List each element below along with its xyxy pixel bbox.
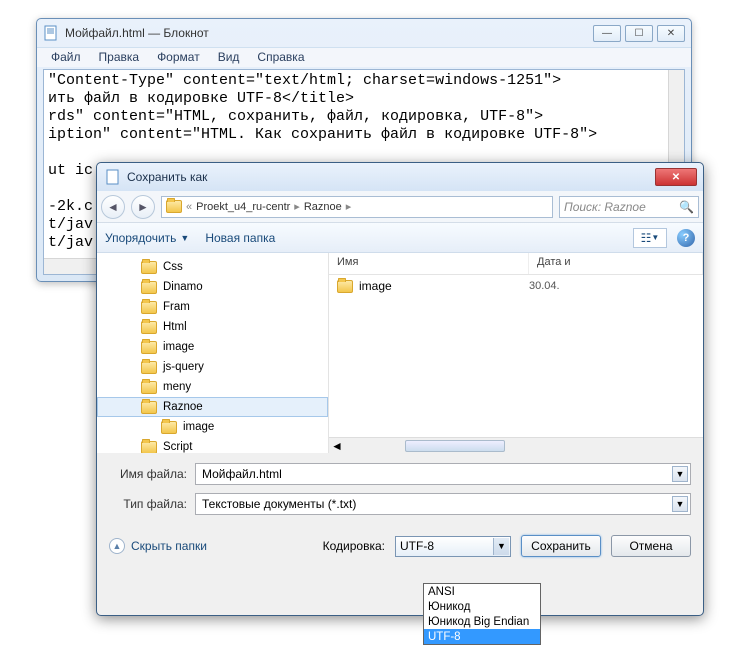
folder-icon bbox=[141, 381, 157, 394]
tree-item-label: js-query bbox=[163, 361, 204, 373]
encoding-select[interactable]: UTF-8 ▼ bbox=[395, 536, 511, 557]
folder-icon bbox=[166, 200, 182, 213]
nav-back-button[interactable]: ◄ bbox=[101, 195, 125, 219]
dialog-close-button[interactable]: ✕ bbox=[655, 168, 697, 186]
filetype-label: Тип файла: bbox=[109, 497, 195, 511]
save-body: Css Dinamo Fram Html image js-query meny Raznoe… bbox=[97, 253, 703, 453]
search-icon: 🔍 bbox=[679, 200, 694, 214]
filename-label: Имя файла: bbox=[109, 467, 195, 481]
column-name[interactable]: Имя bbox=[329, 253, 529, 274]
tree-item-label: Raznoe bbox=[163, 401, 203, 413]
breadcrumb-segment[interactable]: Proekt_u4_ru-centr bbox=[196, 201, 290, 213]
help-button[interactable]: ? bbox=[677, 229, 695, 247]
notepad-menubar: Файл Правка Формат Вид Справка bbox=[37, 47, 691, 67]
tree-item-label: Css bbox=[163, 261, 183, 273]
column-date[interactable]: Дата и bbox=[529, 253, 703, 274]
tree-item[interactable]: Fram bbox=[97, 297, 328, 317]
tree-item[interactable]: image bbox=[97, 417, 328, 437]
nav-forward-button[interactable]: ► bbox=[131, 195, 155, 219]
folder-icon bbox=[337, 280, 353, 293]
list-item-name: image bbox=[359, 279, 392, 293]
chevron-down-icon: ▼ bbox=[180, 233, 189, 243]
tree-item-label: Dinamo bbox=[163, 281, 203, 293]
cancel-button[interactable]: Отмена bbox=[611, 535, 691, 557]
menu-file[interactable]: Файл bbox=[43, 48, 89, 67]
save-footer: ▲ Скрыть папки Кодировка: UTF-8 ▼ Сохран… bbox=[97, 529, 703, 569]
filename-input[interactable]: Мойфайл.html▼ bbox=[195, 463, 691, 485]
encoding-option[interactable]: ANSI bbox=[424, 584, 540, 599]
breadcrumb-segment[interactable]: Raznoe bbox=[304, 201, 342, 213]
chevron-down-icon[interactable]: ▼ bbox=[493, 538, 509, 555]
folder-icon bbox=[141, 361, 157, 374]
search-input[interactable]: Поиск: Raznoe 🔍 bbox=[559, 196, 699, 218]
folder-tree[interactable]: Css Dinamo Fram Html image js-query meny Raznoe… bbox=[97, 253, 329, 453]
save-as-dialog: Сохранить как ✕ ◄ ► « Proekt_u4_ru-centr… bbox=[96, 162, 704, 616]
save-toolbar: Упорядочить ▼ Новая папка ☷ ▼ ? bbox=[97, 223, 703, 253]
tree-item[interactable]: Raznoe bbox=[97, 397, 328, 417]
tree-item[interactable]: image bbox=[97, 337, 328, 357]
menu-view[interactable]: Вид bbox=[210, 48, 248, 67]
encoding-option[interactable]: UTF-8 bbox=[424, 629, 540, 644]
menu-format[interactable]: Формат bbox=[149, 48, 208, 67]
notepad-titlebar[interactable]: Мойфайл.html — Блокнот — ☐ ✕ bbox=[37, 19, 691, 47]
tree-item[interactable]: js-query bbox=[97, 357, 328, 377]
encoding-label: Кодировка: bbox=[323, 539, 385, 553]
encoding-option[interactable]: Юникод bbox=[424, 599, 540, 614]
list-item-date: 30.04. bbox=[529, 280, 560, 292]
folder-icon bbox=[141, 301, 157, 314]
tree-item-label: Fram bbox=[163, 301, 190, 313]
tree-item-label: Script bbox=[163, 441, 192, 453]
notepad-title: Мойфайл.html — Блокнот bbox=[65, 26, 593, 40]
save-fields: Имя файла: Мойфайл.html▼ Тип файла: Текс… bbox=[97, 453, 703, 529]
encoding-option[interactable]: Юникод Big Endian bbox=[424, 614, 540, 629]
tree-item[interactable]: Html bbox=[97, 317, 328, 337]
save-button[interactable]: Сохранить bbox=[521, 535, 601, 557]
chevron-up-icon: ▲ bbox=[109, 538, 125, 554]
scrollbar-thumb[interactable] bbox=[405, 440, 505, 452]
tree-item[interactable]: meny bbox=[97, 377, 328, 397]
tree-item[interactable]: Dinamo bbox=[97, 277, 328, 297]
organize-button[interactable]: Упорядочить ▼ bbox=[105, 231, 189, 245]
tree-item-label: meny bbox=[163, 381, 191, 393]
folder-icon bbox=[161, 421, 177, 434]
close-button[interactable]: ✕ bbox=[657, 25, 685, 42]
maximize-button[interactable]: ☐ bbox=[625, 25, 653, 42]
notepad-icon bbox=[43, 25, 59, 41]
view-mode-button[interactable]: ☷ ▼ bbox=[633, 228, 667, 248]
folder-icon bbox=[141, 441, 157, 454]
tree-item-label: image bbox=[163, 341, 194, 353]
menu-help[interactable]: Справка bbox=[249, 48, 312, 67]
save-title: Сохранить как bbox=[127, 170, 655, 184]
tree-item[interactable]: Css bbox=[97, 257, 328, 277]
breadcrumb[interactable]: « Proekt_u4_ru-centr ▸ Raznoe ▸ bbox=[161, 196, 553, 218]
dialog-icon bbox=[105, 169, 121, 185]
tree-item-label: Html bbox=[163, 321, 187, 333]
file-list-pane: Имя Дата и image 30.04. ◄ bbox=[329, 253, 703, 453]
chevron-down-icon[interactable]: ▼ bbox=[672, 496, 688, 512]
folder-icon bbox=[141, 401, 157, 414]
list-header[interactable]: Имя Дата и bbox=[329, 253, 703, 275]
minimize-button[interactable]: — bbox=[593, 25, 621, 42]
tree-item[interactable]: Script bbox=[97, 437, 328, 453]
list-row[interactable]: image 30.04. bbox=[329, 275, 703, 297]
menu-edit[interactable]: Правка bbox=[91, 48, 148, 67]
filetype-select[interactable]: Текстовые документы (*.txt)▼ bbox=[195, 493, 691, 515]
folder-icon bbox=[141, 281, 157, 294]
chevron-down-icon[interactable]: ▼ bbox=[672, 466, 688, 482]
encoding-dropdown-list[interactable]: ANSIЮникодЮникод Big EndianUTF-8 bbox=[423, 583, 541, 645]
tree-item-label: image bbox=[183, 421, 214, 433]
new-folder-button[interactable]: Новая папка bbox=[205, 231, 275, 245]
folder-icon bbox=[141, 321, 157, 334]
list-horizontal-scrollbar[interactable]: ◄ bbox=[329, 437, 703, 453]
folder-icon bbox=[141, 261, 157, 274]
hide-folders-toggle[interactable]: ▲ Скрыть папки bbox=[109, 538, 207, 554]
save-titlebar[interactable]: Сохранить как ✕ bbox=[97, 163, 703, 191]
address-bar-row: ◄ ► « Proekt_u4_ru-centr ▸ Raznoe ▸ Поис… bbox=[97, 191, 703, 223]
search-placeholder: Поиск: Raznoe bbox=[564, 200, 646, 214]
folder-icon bbox=[141, 341, 157, 354]
